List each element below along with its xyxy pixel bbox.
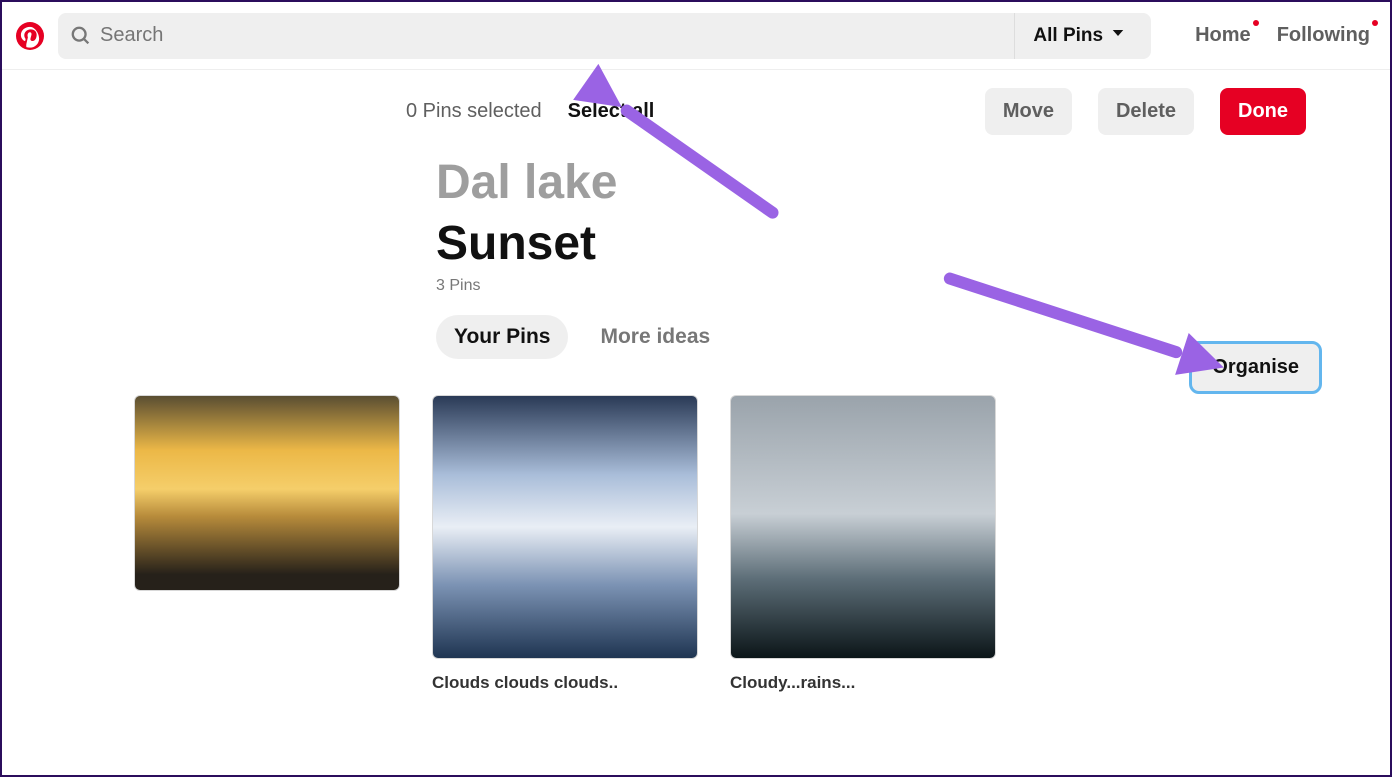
notification-dot-icon <box>1253 20 1259 26</box>
pin-card[interactable] <box>134 395 400 693</box>
header: All Pins Home Following <box>2 2 1390 70</box>
chevron-down-icon <box>1109 24 1127 48</box>
nav: Home Following <box>1195 24 1370 47</box>
pin-image <box>730 395 996 659</box>
board-title: Sunset <box>436 216 1390 271</box>
pin-card[interactable]: Cloudy...rains... <box>730 395 996 693</box>
pins-selected-count: 0 Pins selected <box>406 100 542 123</box>
pin-caption: Clouds clouds clouds.. <box>432 673 698 693</box>
done-button[interactable]: Done <box>1220 88 1306 135</box>
pin-count: 3 Pins <box>436 277 1390 295</box>
move-button[interactable]: Move <box>985 88 1072 135</box>
notification-dot-icon <box>1372 20 1378 26</box>
search-icon <box>70 25 92 47</box>
pin-caption: Cloudy...rains... <box>730 673 996 693</box>
breadcrumb[interactable]: Dal lake <box>436 155 1390 210</box>
pins-filter-label: All Pins <box>1033 25 1103 47</box>
search-input[interactable] <box>100 24 1014 47</box>
nav-home[interactable]: Home <box>1195 24 1251 47</box>
pins-filter-dropdown[interactable]: All Pins <box>1014 13 1143 59</box>
pin-image <box>432 395 698 659</box>
delete-button[interactable]: Delete <box>1098 88 1194 135</box>
pins-row: Clouds clouds clouds.. Cloudy...rains... <box>2 359 1390 693</box>
pinterest-logo-icon[interactable] <box>16 22 44 50</box>
tab-your-pins[interactable]: Your Pins <box>436 315 568 359</box>
pin-card[interactable]: Clouds clouds clouds.. <box>432 395 698 693</box>
board-content: Dal lake Sunset 3 Pins Your Pins More id… <box>2 143 1390 359</box>
search-bar[interactable]: All Pins <box>58 13 1151 59</box>
nav-following-label: Following <box>1277 24 1370 46</box>
tab-more-ideas[interactable]: More ideas <box>582 315 728 359</box>
nav-home-label: Home <box>1195 24 1251 46</box>
pin-image <box>134 395 400 591</box>
nav-following[interactable]: Following <box>1277 24 1370 47</box>
organize-toolbar: 0 Pins selected Select all Move Delete D… <box>2 70 1390 143</box>
